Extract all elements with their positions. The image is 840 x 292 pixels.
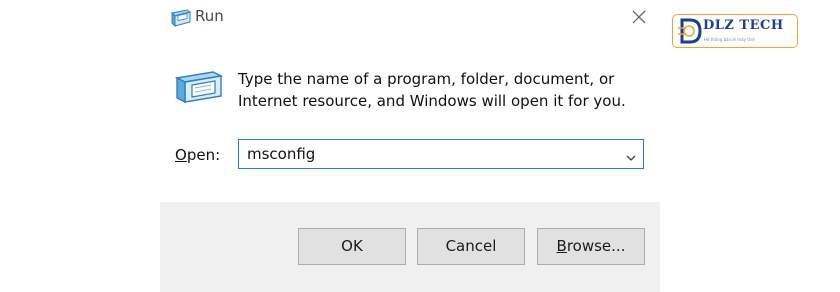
- close-button[interactable]: [622, 5, 656, 31]
- description-line-2: Internet resource, and Windows will open…: [238, 92, 626, 110]
- window-title: Run: [195, 7, 224, 25]
- ok-button[interactable]: OK: [298, 228, 406, 265]
- open-label-rest: pen:: [186, 146, 221, 164]
- dlz-tech-logo: DLZ TECH Hệ thống bán lẻ máy tính: [672, 14, 798, 48]
- button-bar: OK Cancel Browse...: [160, 202, 660, 292]
- browse-button[interactable]: Browse...: [537, 228, 645, 265]
- open-input[interactable]: msconfig: [247, 145, 315, 163]
- chevron-down-icon[interactable]: [625, 149, 637, 161]
- open-combobox[interactable]: msconfig: [238, 139, 644, 169]
- description-line-1: Type the name of a program, folder, docu…: [238, 70, 615, 88]
- browse-accel: B: [556, 237, 567, 255]
- logo-tagline: Hệ thống bán lẻ máy tính: [704, 37, 756, 42]
- cancel-button[interactable]: Cancel: [417, 228, 525, 265]
- open-label: Open:: [175, 146, 220, 164]
- run-description: Type the name of a program, folder, docu…: [238, 68, 638, 112]
- run-icon: [170, 9, 192, 31]
- close-icon: [632, 9, 646, 28]
- open-label-accel: O: [175, 146, 187, 164]
- run-icon: [174, 70, 224, 110]
- browse-rest: rowse...: [566, 237, 626, 255]
- dlz-logo-icon: [677, 17, 703, 49]
- logo-brand: DLZ TECH: [703, 18, 784, 33]
- run-dialog: Run Type the name of a program, folder, …: [160, 0, 660, 292]
- title-bar[interactable]: Run: [160, 0, 660, 38]
